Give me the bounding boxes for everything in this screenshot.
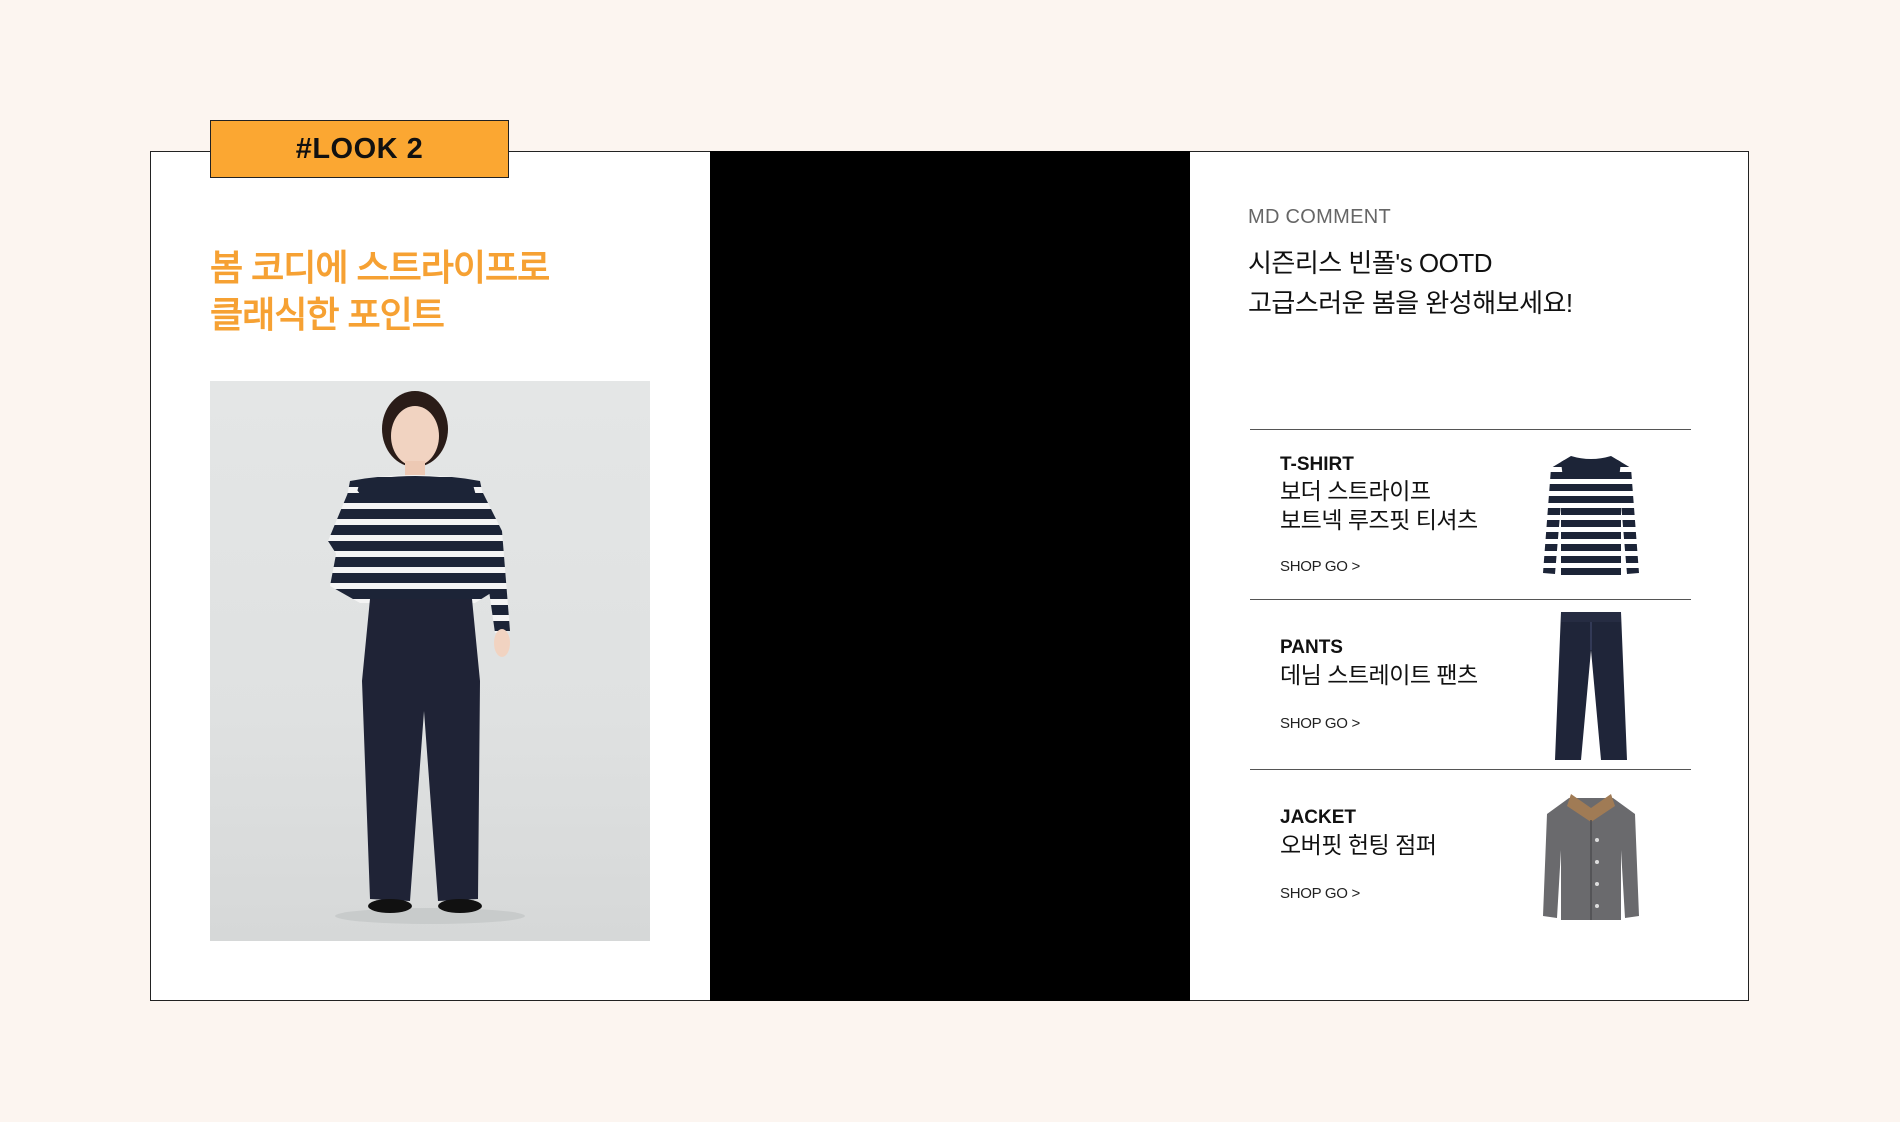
- product-category: JACKET: [1280, 807, 1357, 828]
- denim-pants-icon: [1541, 610, 1641, 760]
- product-category: PANTS: [1280, 637, 1343, 658]
- product-name: 보더 스트라이프 보트넥 루즈핏 티셔츠: [1280, 477, 1478, 535]
- shop-go-link[interactable]: SHOP GO >: [1280, 558, 1360, 575]
- product-item-pants[interactable]: PANTS 데님 스트레이트 팬츠 SHOP GO >: [1250, 599, 1691, 769]
- shop-go-link[interactable]: SHOP GO >: [1280, 885, 1360, 902]
- video-player[interactable]: [710, 151, 1190, 1001]
- product-name-line: 보트넥 루즈핏 티셔츠: [1280, 507, 1478, 533]
- shop-go-link[interactable]: SHOP GO >: [1280, 715, 1360, 732]
- striped-tshirt-icon: [1541, 448, 1641, 598]
- gray-jacket-icon: [1541, 790, 1641, 940]
- headline-line-1: 봄 코디에 스트라이프로: [210, 247, 550, 288]
- product-list: T-SHIRT 보더 스트라이프 보트넥 루즈핏 티셔츠 SHOP GO > P…: [1250, 429, 1691, 939]
- headline-line-2: 클래식한 포인트: [210, 294, 445, 335]
- product-name-line: 오버핏 헌팅 점퍼: [1280, 832, 1437, 858]
- look-headline: 봄 코디에 스트라이프로 클래식한 포인트: [210, 244, 550, 338]
- product-item-tshirt[interactable]: T-SHIRT 보더 스트라이프 보트넥 루즈핏 티셔츠 SHOP GO >: [1250, 429, 1691, 599]
- md-comment-label: MD COMMENT: [1248, 206, 1391, 228]
- product-category: T-SHIRT: [1280, 454, 1354, 475]
- md-comment-line-1: 시즌리스 빈폴's OOTD: [1248, 248, 1493, 278]
- product-name-line: 데님 스트레이트 팬츠: [1280, 662, 1478, 688]
- product-item-jacket[interactable]: JACKET 오버핏 헌팅 점퍼 SHOP GO >: [1250, 769, 1691, 939]
- md-comment-line-2: 고급스러운 봄을 완성해보세요!: [1248, 288, 1573, 318]
- md-comment-text: 시즌리스 빈폴's OOTD 고급스러운 봄을 완성해보세요!: [1248, 243, 1573, 323]
- product-name: 데님 스트레이트 팬츠: [1280, 661, 1478, 690]
- product-name: 오버핏 헌팅 점퍼: [1280, 831, 1437, 860]
- model-photo: [210, 381, 650, 941]
- look-tag: #LOOK 2: [210, 120, 509, 178]
- product-name-line: 보더 스트라이프: [1280, 478, 1431, 504]
